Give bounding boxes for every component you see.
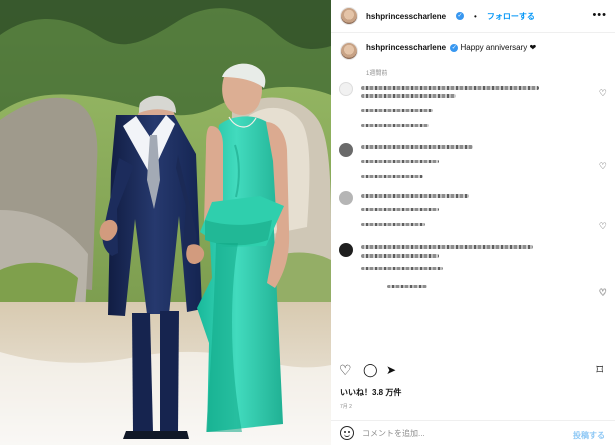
- comment-5: ♡: [339, 287, 609, 305]
- share-icon[interactable]: ➤: [386, 362, 396, 378]
- caption-text-wrap: hshprincesscharlene ✓ Happy anniversary …: [366, 42, 536, 53]
- caption-time: 1週間前: [366, 71, 388, 77]
- verified-icon: ✓: [456, 12, 465, 20]
- comment-like-icon[interactable]: ♡: [599, 161, 607, 172]
- separator-dot: •: [474, 11, 477, 21]
- couple-photo-illustration: [0, 0, 331, 445]
- likes-count[interactable]: いいね！3.8 万件: [340, 387, 401, 398]
- comment-avatar[interactable]: [339, 191, 353, 205]
- post-header: hshprincesscharlene ✓ • フォローする •••: [331, 0, 615, 33]
- comment-2: ♡: [339, 143, 609, 183]
- comment-like-icon[interactable]: ♡: [599, 88, 607, 99]
- comment-3: ♡: [339, 191, 609, 231]
- more-options-icon[interactable]: •••: [592, 9, 607, 21]
- comments-list: ♡ ♡ ♡ ♡ ♡: [339, 82, 609, 347]
- post-side-panel: hshprincesscharlene ✓ • フォローする ••• hshpr…: [331, 0, 615, 445]
- comment-text-blur: [361, 194, 469, 198]
- comment-avatar[interactable]: [339, 243, 353, 257]
- comment-text-blur: [361, 86, 539, 90]
- caption-avatar[interactable]: [340, 42, 358, 60]
- caption-body: Happy anniversary ❤: [460, 43, 537, 52]
- comment-avatar[interactable]: [339, 143, 353, 157]
- comment-icon[interactable]: ◯: [363, 362, 378, 378]
- account-avatar[interactable]: [340, 7, 358, 25]
- post-actions: ♡ ◯ ➤ ⌑: [339, 362, 607, 380]
- comment-text-blur: [361, 254, 439, 258]
- comment-replies-blur: [361, 223, 425, 226]
- comment-replies-blur: [361, 175, 423, 178]
- comment-meta-blur: [361, 160, 439, 163]
- comment-like-icon[interactable]: ♡: [599, 221, 607, 232]
- comment-text-blur: [361, 145, 473, 149]
- comment-1: ♡: [339, 82, 609, 134]
- comment-meta-blur: [361, 267, 443, 270]
- account-username[interactable]: hshprincesscharlene: [366, 12, 446, 21]
- caption-username[interactable]: hshprincesscharlene: [366, 43, 446, 52]
- bookmark-icon[interactable]: ⌑: [596, 362, 603, 378]
- post-photo: [0, 0, 331, 445]
- comment-replies-blur: [361, 124, 429, 127]
- post-button[interactable]: 投稿する: [573, 430, 605, 441]
- post-date: 7月 2: [340, 404, 352, 410]
- caption-verified-icon: ✓: [450, 43, 459, 52]
- comment-input[interactable]: コメントを追加...: [362, 428, 425, 439]
- instagram-post-window: hshprincesscharlene ✓ • フォローする ••• hshpr…: [0, 0, 615, 445]
- heart-icon[interactable]: ♡: [339, 362, 352, 378]
- caption-row: hshprincesscharlene ✓ Happy anniversary …: [340, 42, 606, 60]
- caption-block: hshprincesscharlene ✓ Happy anniversary …: [340, 42, 606, 77]
- comment-text-blur: [361, 245, 533, 249]
- comment-avatar[interactable]: [339, 82, 353, 96]
- comment-text-blur: [361, 94, 456, 98]
- comment-meta-blur: [361, 109, 433, 112]
- follow-button[interactable]: フォローする: [487, 11, 535, 22]
- emoji-icon[interactable]: [340, 426, 354, 440]
- comment-meta-blur: [361, 208, 439, 211]
- emoji-smile: [344, 434, 350, 437]
- comment-like-icon[interactable]: ♡: [599, 287, 607, 298]
- comment-input-bar: コメントを追加... 投稿する: [331, 420, 615, 445]
